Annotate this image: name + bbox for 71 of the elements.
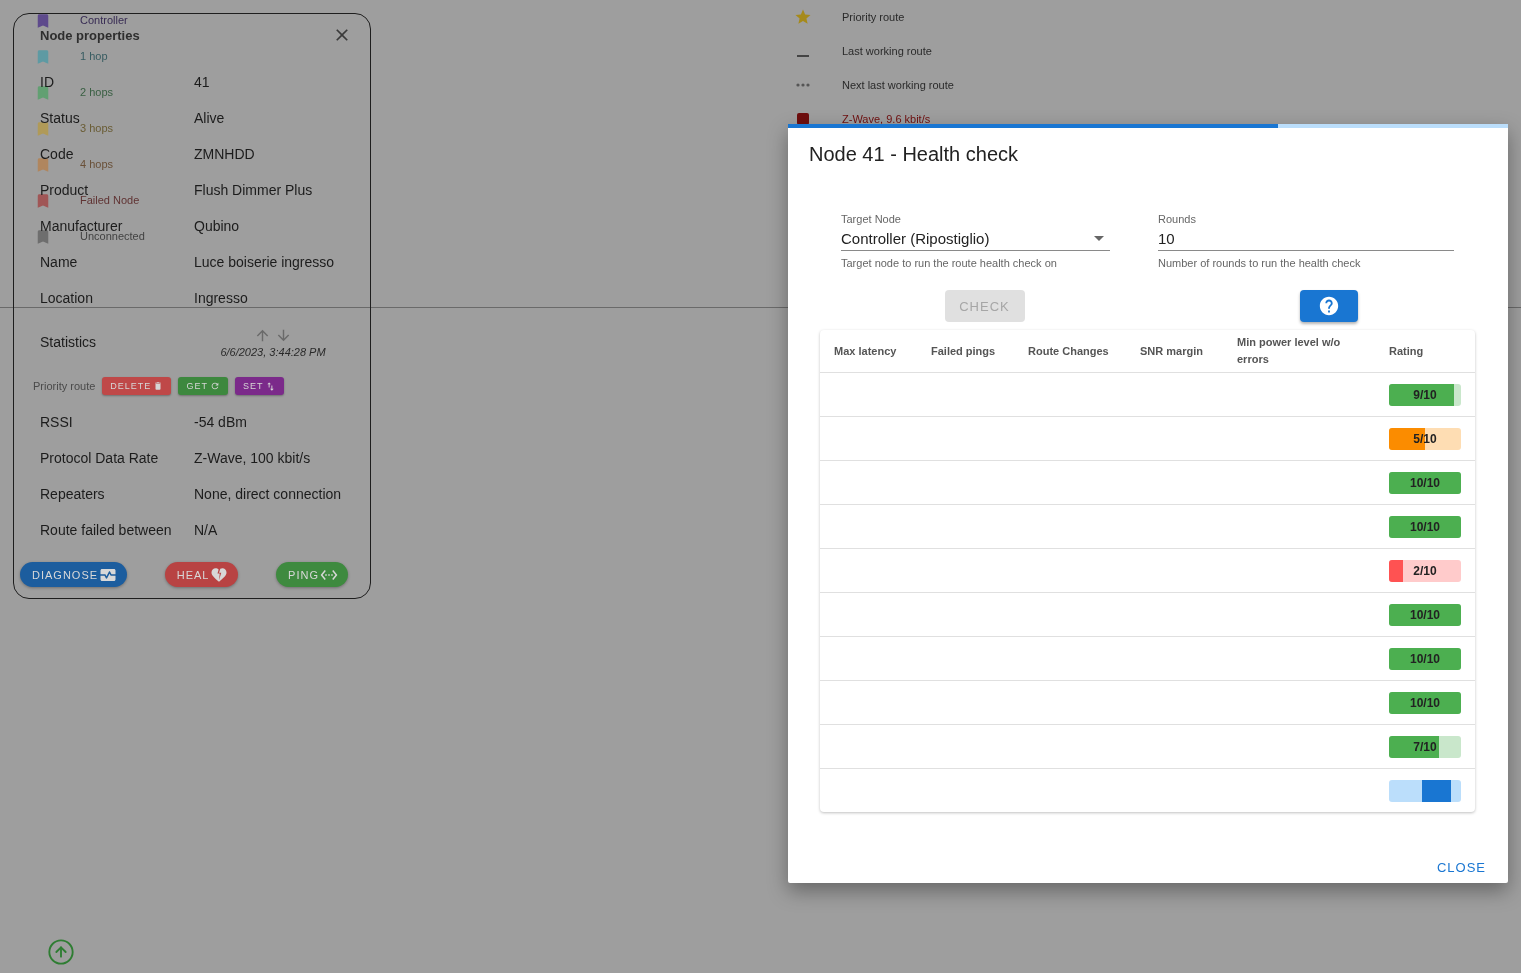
property-value: -54 dBm (194, 414, 247, 430)
property-label: Repeaters (40, 486, 105, 502)
helper-text: Target node to run the route health check on (841, 257, 1058, 269)
property-label: Status (40, 110, 80, 126)
property-value: Z-Wave, 100 kbit/s (194, 450, 311, 466)
delete-button[interactable]: DELETE (102, 377, 172, 395)
property-label: Code (40, 146, 74, 162)
legend-label: 4 hops (80, 158, 114, 170)
legend-label: Last working route (842, 45, 932, 57)
rating-text: 10/10 (1409, 518, 1441, 536)
rating-text: 10/10 (1409, 606, 1441, 624)
property-value: Flush Dimmer Plus (194, 182, 313, 198)
legend-label: Controller (80, 14, 128, 26)
help-icon (1317, 295, 1340, 317)
dialog-title: Node 41 - Health check (808, 142, 1019, 166)
help-button[interactable] (1299, 290, 1358, 322)
refresh-icon (209, 381, 220, 391)
select-field[interactable]: Controller (Ripostiglio) (841, 226, 1110, 251)
legend-label: Priority route (842, 11, 905, 23)
rating-text: 10/10 (1409, 650, 1441, 668)
column-header: SNR margin (1140, 343, 1204, 359)
property-label: Statistics (40, 334, 96, 350)
property-label: Route failed between (40, 522, 172, 538)
set-button[interactable]: SET (234, 377, 285, 395)
property-value: 41 (194, 74, 210, 90)
field-label: Rounds (1158, 212, 1197, 226)
property-label: ID (40, 74, 54, 90)
property-value: Alive (194, 110, 225, 126)
legend-label: 3 hops (80, 122, 114, 134)
rating-text: 10/10 (1409, 694, 1441, 712)
get-button[interactable]: GET (178, 377, 228, 395)
rating-text: 9/10 (1412, 386, 1438, 404)
priority-route-label: Priority route (33, 380, 96, 392)
legend-label: 2 hops (80, 86, 114, 98)
diagnose-button[interactable]: DIAGNOSE (20, 562, 128, 587)
property-value: N/A (194, 522, 218, 538)
property-value: Luce boiserie ingresso (194, 254, 335, 270)
property-value: Ingresso (194, 290, 248, 306)
property-label: Location (40, 290, 93, 306)
dash-icon (797, 55, 809, 57)
heal-button[interactable]: HEAL (164, 562, 239, 587)
property-value: ZMNHDD (194, 146, 255, 162)
rating-text: 7/10 (1412, 738, 1438, 756)
dropdown-icon (1094, 235, 1104, 241)
column-header: Route Changes (1028, 343, 1110, 359)
property-label: Name (40, 254, 78, 270)
legend-label: Next last working route (842, 79, 954, 91)
legend-label: Z-Wave, 9.6 kbit/s (842, 113, 931, 125)
timestamp: 6/6/2023, 3:44:28 PM (220, 345, 326, 358)
column-header: Max latency (834, 343, 898, 359)
property-label: Protocol Data Rate (40, 450, 159, 466)
property-value: None, direct connection (194, 486, 342, 502)
input-field[interactable]: 10 (1158, 226, 1454, 251)
dots-icon (796, 83, 810, 87)
column-header: Failed pings (931, 343, 997, 359)
loading-bar (1389, 779, 1461, 802)
column-header: Rating (1389, 343, 1425, 359)
rating-text: 2/10 (1412, 562, 1438, 580)
field-label: Target Node (841, 212, 902, 226)
rating-text: 10/10 (1409, 474, 1441, 492)
broken-heart-icon (210, 565, 229, 584)
column-header: Min power level w/o errors (1237, 335, 1342, 367)
helper-text: Number of rounds to run the health check (1158, 257, 1362, 269)
property-value: Qubino (194, 218, 240, 234)
card-title: Node properties (40, 27, 140, 43)
ping-button[interactable]: PING (276, 562, 348, 587)
property-label: RSSI (40, 414, 73, 430)
legend-label: 1 hop (80, 50, 108, 62)
trash-icon (153, 381, 164, 391)
close-button[interactable]: CLOSE (1436, 856, 1486, 879)
star-icon (794, 8, 812, 26)
